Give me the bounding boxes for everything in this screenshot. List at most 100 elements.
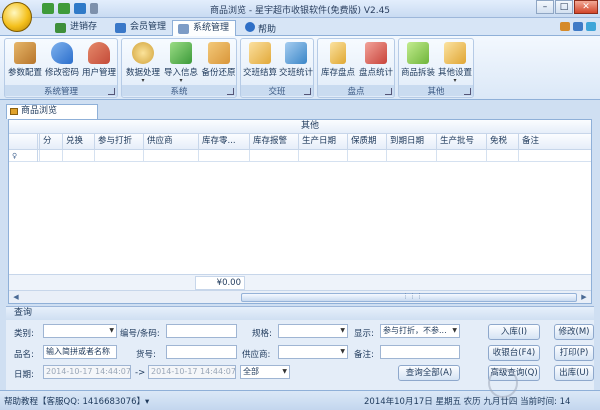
print-button[interactable]: 打印(P)	[554, 345, 594, 361]
column-header[interactable]: 免税	[486, 134, 518, 150]
scrollbar-thumb[interactable]: ⋮⋮⋮	[241, 292, 577, 302]
query-panel-title: 查询	[6, 306, 594, 320]
inventory-tab-icon	[55, 23, 66, 33]
date-range-select[interactable]: 全部 ▼	[240, 365, 290, 379]
category-select[interactable]: ▼	[43, 324, 117, 338]
boxes-icon	[407, 42, 429, 64]
minimize-button[interactable]: –	[536, 0, 554, 14]
chevron-down-icon: ▾	[453, 77, 457, 84]
row-indicator-column	[9, 134, 38, 162]
product-grid[interactable]: 其他 分 兑换 参与打折 供应商 库存零... 库存报警 生产日期 保质期 到期…	[8, 119, 592, 304]
scroll-right-icon[interactable]: ▶	[578, 292, 590, 302]
filter-row[interactable]: ♀	[9, 150, 591, 162]
group-launcher-icon[interactable]	[108, 88, 115, 95]
help-tutorial-link[interactable]: 帮助教程【客服QQ: 1416683076】▾	[4, 395, 149, 407]
config-button[interactable]: 参数配置	[8, 41, 42, 86]
data-processing-button[interactable]: 数据处理 ▾	[125, 41, 161, 86]
restore-button[interactable]: □	[555, 0, 573, 14]
user-management-button[interactable]: 用户管理	[82, 41, 116, 86]
modify-button[interactable]: 修改(M)	[554, 324, 594, 340]
mail-icon[interactable]	[573, 22, 583, 31]
column-header[interactable]: 生产批号	[436, 134, 486, 150]
tab-system[interactable]: 系统管理	[172, 20, 237, 36]
stock-in-button[interactable]: 入库(I)	[488, 324, 540, 340]
app-menu-button[interactable]	[2, 2, 32, 32]
goods-no-input[interactable]	[166, 345, 237, 359]
system-tab-icon	[178, 24, 189, 34]
column-header[interactable]: 库存零...	[198, 134, 249, 150]
group-launcher-icon[interactable]	[304, 88, 311, 95]
other-settings-button[interactable]: 其他设置 ▾	[437, 41, 473, 86]
tab-help[interactable]: 帮助	[245, 22, 276, 35]
backup-icon	[207, 42, 230, 64]
display-select[interactable]: 参与打折，不参... ▼	[380, 324, 460, 338]
chevron-down-icon: ▼	[340, 348, 345, 355]
import-button[interactable]: 导入信息 ▾	[163, 41, 199, 86]
calculator-icon	[330, 42, 346, 64]
group-label-system: 系统	[122, 85, 236, 97]
horizontal-scrollbar[interactable]: ◀ ⋮⋮⋮ ▶	[9, 290, 591, 303]
group-label-shift: 交班	[241, 85, 313, 97]
status-datetime: 2014年10月17日 星期五 农历 九月廿四 当前时间: 14	[364, 397, 571, 407]
name-input[interactable]: 输入简拼或者名称	[43, 345, 117, 359]
import-icon	[170, 42, 192, 64]
remark-label: 备注:	[354, 350, 374, 360]
date-label: 日期:	[14, 370, 34, 380]
cashier-button[interactable]: 收银台(F4)	[488, 345, 540, 361]
code-input[interactable]	[166, 324, 237, 338]
supplier-select[interactable]: ▼	[278, 345, 348, 359]
settings-icon	[444, 42, 466, 64]
date-from-input[interactable]: 2014-10-17 14:44:07	[43, 365, 131, 379]
shift-statistics-button[interactable]: 交班统计	[279, 41, 313, 86]
stock-out-button[interactable]: 出库(U)	[554, 365, 594, 381]
chart-icon	[365, 42, 387, 64]
column-header[interactable]: 到期日期	[386, 134, 436, 150]
group-system: 数据处理 ▾ 导入信息 ▾ 备份还原 系统	[121, 38, 237, 98]
goods-no-label: 货号:	[136, 350, 156, 360]
column-header[interactable]: 保质期	[347, 134, 386, 150]
stocktake-statistics-button[interactable]: 盘点统计	[358, 41, 394, 86]
display-label: 显示:	[354, 329, 374, 339]
cart-icon[interactable]	[560, 22, 570, 31]
key-icon	[51, 42, 73, 64]
chevron-down-icon: ▾	[141, 77, 145, 84]
column-header[interactable]: 备注	[518, 134, 591, 150]
scroll-grip-icon: ⋮⋮⋮	[402, 292, 423, 300]
document-tab-bar: 商品浏览	[0, 101, 600, 119]
chevron-down-icon: ▼	[452, 327, 457, 334]
scroll-left-icon[interactable]: ◀	[10, 292, 22, 302]
tab-product-browse[interactable]: 商品浏览	[6, 104, 98, 119]
date-to-input[interactable]: 2014-10-17 14:44:07	[148, 365, 236, 379]
spec-select[interactable]: ▼	[278, 324, 348, 338]
group-label-other: 其他	[399, 85, 473, 97]
group-launcher-icon[interactable]	[385, 88, 392, 95]
column-header[interactable]: 参与打折	[94, 134, 143, 150]
group-label-stocktake: 盘点	[318, 85, 394, 97]
group-label-system-management: 系统管理	[5, 85, 117, 97]
column-header[interactable]: 兑换	[62, 134, 94, 150]
product-split-button[interactable]: 商品拆装	[400, 41, 436, 86]
column-header-row: 分 兑换 参与打折 供应商 库存零... 库存报警 生产日期 保质期 到期日期 …	[9, 134, 591, 150]
column-header[interactable]: 分	[39, 134, 62, 150]
change-password-button[interactable]: 修改密码	[45, 41, 79, 86]
column-header[interactable]: 供应商	[143, 134, 198, 150]
group-launcher-icon[interactable]	[227, 88, 234, 95]
shift-settlement-button[interactable]: 交班结算	[243, 41, 277, 86]
group-other: 商品拆装 其他设置 ▾ 其他	[398, 38, 474, 98]
close-button[interactable]: ✕	[574, 0, 598, 14]
help-icon	[245, 22, 255, 32]
date-range-arrow: ->	[135, 368, 146, 378]
skin-icon[interactable]	[586, 22, 596, 31]
column-header[interactable]: 生产日期	[298, 134, 347, 150]
column-header[interactable]: 库存报警	[249, 134, 298, 150]
tab-members[interactable]: 会员管理	[110, 20, 172, 36]
backup-restore-button[interactable]: 备份还原	[201, 41, 236, 86]
ribbon: 参数配置 修改密码 用户管理 系统管理 数据处理 ▾ 导入信息 ▾ 备份还原 系…	[0, 36, 600, 100]
tab-inventory[interactable]: 进销存	[50, 20, 103, 36]
query-all-button[interactable]: 查询全部(A)	[398, 365, 460, 381]
users-icon	[88, 42, 110, 64]
group-launcher-icon[interactable]	[464, 88, 471, 95]
remark-input[interactable]	[380, 345, 460, 359]
stocktake-button[interactable]: 库存盘点	[320, 41, 356, 86]
column-band-header: 其他	[9, 120, 591, 134]
